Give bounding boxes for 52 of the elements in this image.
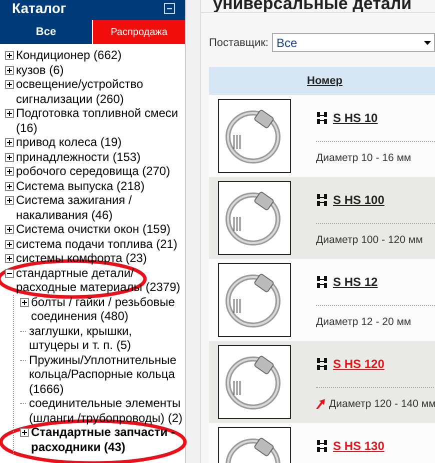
expand-icon[interactable]	[5, 80, 14, 89]
part-description: Диаметр 100 - 120 мм	[316, 234, 423, 246]
arrow-icon	[316, 399, 325, 409]
tree-item[interactable]: болты / гайки / резьбовые соединения (480)	[31, 294, 185, 324]
tree-item[interactable]: Кондиционер (662)	[16, 48, 185, 62]
expand-icon[interactable]	[5, 167, 14, 176]
part-number-link[interactable]: S HS 12	[333, 275, 378, 289]
tree-item[interactable]: робочого середовища (270)	[16, 164, 185, 178]
tree-item[interactable]: освещение/устройство сигнализации (260)	[16, 77, 185, 106]
tree-item[interactable]: Система выпуска (218)	[16, 178, 185, 193]
catalog-tab[interactable]: Распродажа	[93, 20, 185, 44]
tree-item[interactable]: привод колеса (19)	[16, 135, 185, 150]
expand-icon[interactable]	[5, 138, 14, 147]
part-diagram-icon[interactable]	[316, 358, 328, 370]
tree-item[interactable]: принадлежности (153)	[16, 150, 185, 164]
expand-icon[interactable]	[5, 152, 14, 162]
catalog-title: Каталог	[12, 0, 66, 16]
tree-item[interactable]: система подачи топлива (21)	[16, 236, 185, 251]
expand-icon[interactable]	[5, 196, 14, 205]
expand-icon[interactable]	[5, 109, 14, 118]
part-description: Диаметр 120 - 140 мм	[329, 398, 435, 410]
part-description: Диаметр 10 - 16 мм	[316, 152, 412, 164]
expand-icon[interactable]	[5, 51, 14, 60]
part-number-link[interactable]: S HS 120	[333, 357, 384, 371]
part-diagram-icon[interactable]	[316, 276, 328, 288]
supplier-label: Поставщик:	[209, 36, 268, 48]
catalog-tab[interactable]: Все	[0, 20, 92, 44]
part-number-link[interactable]: S HS 100	[333, 193, 384, 207]
expand-icon[interactable]	[5, 240, 14, 248]
expand-icon[interactable]	[20, 428, 29, 437]
tree-item[interactable]: Система очистки окон (159)	[16, 222, 185, 236]
column-header[interactable]: Номер	[307, 75, 342, 87]
expand-icon[interactable]	[20, 298, 29, 306]
part-diagram-icon[interactable]	[316, 194, 328, 206]
collapse-icon[interactable]	[5, 268, 14, 278]
expand-icon[interactable]	[5, 254, 14, 263]
tree-item[interactable]: Подготовка топливной смеси (16)	[16, 106, 185, 135]
expand-icon[interactable]	[5, 182, 14, 190]
dropdown-arrow-icon	[424, 40, 431, 44]
tree-item[interactable]: Система зажигания / накаливания (46)	[16, 193, 185, 222]
tree-item[interactable]: соединительные элементы (шланги /трубопроводы) (2)	[29, 396, 185, 425]
expand-icon[interactable]	[5, 225, 14, 234]
part-diagram-icon[interactable]	[316, 112, 328, 124]
part-description: Диаметр 12 - 20 мм	[316, 316, 412, 328]
part-number-link[interactable]: S HS 10	[333, 111, 378, 125]
tree-item[interactable]: Пружины/Уплотнительные кольца/Распорные кольца (1666)	[29, 352, 185, 396]
expand-icon[interactable]	[5, 66, 14, 74]
part-diagram-icon[interactable]	[316, 440, 328, 452]
tree-item[interactable]: кузов (6)	[16, 62, 185, 77]
supplier-select[interactable]: Все	[272, 33, 435, 52]
tree-item[interactable]: заглушки, крышки, штуцеры и т. п. (5)	[29, 324, 185, 352]
part-number-link[interactable]: S HS 130	[333, 439, 384, 453]
